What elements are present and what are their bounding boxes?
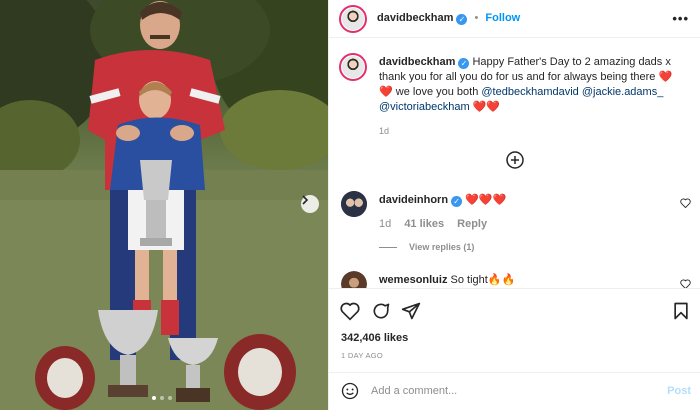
mention-link[interactable]: @tedbeckhamdavid [481, 86, 578, 98]
comment-username[interactable]: wemesonluiz [379, 274, 447, 286]
post-timestamp[interactable]: 1 DAY AGO [341, 351, 383, 360]
caption-username[interactable]: davidbeckham [379, 56, 455, 68]
photo-illustration [0, 0, 328, 410]
heart-outline-icon[interactable] [340, 301, 360, 321]
post-photo[interactable] [0, 0, 328, 410]
follow-button[interactable]: Follow [485, 12, 520, 24]
post-actions: 342,406 likes 1 DAY AGO [329, 288, 700, 366]
caption-time[interactable]: 1d [379, 124, 679, 139]
comment-text: ❤️❤️❤️ [465, 194, 507, 206]
commenter-avatar[interactable] [341, 191, 367, 217]
comment-icon[interactable] [371, 301, 391, 321]
plus-circle-icon[interactable] [505, 150, 525, 170]
carousel-next-button[interactable] [301, 195, 319, 213]
chevron-right-icon [302, 195, 309, 205]
view-replies-button[interactable]: View replies (1) [379, 242, 474, 252]
carousel-dot [168, 396, 172, 400]
more-options-button[interactable]: ••• [672, 11, 689, 26]
post-comment-button[interactable]: Post [667, 385, 691, 397]
smiley-icon[interactable] [341, 382, 359, 400]
comment-username[interactable]: davideinhorn [379, 194, 448, 206]
post-header: davidbeckham ✓ • Follow ••• [329, 0, 700, 38]
commenter-avatar[interactable] [341, 271, 367, 288]
heart-outline-icon[interactable] [680, 279, 691, 288]
carousel-dot [160, 396, 164, 400]
mention-link[interactable]: @jackie.adams_ [582, 86, 663, 98]
author-username[interactable]: davidbeckham [377, 12, 453, 24]
add-comment-bar: Post [329, 372, 700, 410]
verified-badge-icon: ✓ [451, 196, 463, 207]
comment-item: wemesonluiz So tight🔥🔥 [379, 273, 679, 286]
carousel-indicator [152, 396, 172, 400]
caption-text-2: we love you both [395, 86, 479, 98]
caption-hearts: ❤️❤️ [472, 101, 501, 113]
comment-item: davideinhorn ✓ ❤️❤️❤️ [379, 193, 679, 207]
paper-plane-icon[interactable] [401, 301, 421, 321]
reply-button[interactable]: Reply [457, 218, 487, 230]
comment-meta: 1d 41 likes Reply [379, 218, 679, 230]
verified-badge-icon: ✓ [456, 14, 468, 25]
carousel-dot [152, 396, 156, 400]
mention-link[interactable]: @victoriabeckham [379, 101, 470, 113]
author-avatar[interactable] [339, 5, 367, 33]
comment-text: So tight🔥🔥 [450, 274, 516, 286]
verified-badge-icon: ✓ [458, 58, 470, 69]
caption-avatar[interactable] [339, 53, 367, 81]
comment-time[interactable]: 1d [379, 218, 391, 230]
heart-outline-icon[interactable] [680, 198, 691, 208]
likes-count[interactable]: 342,406 likes [341, 332, 408, 344]
comments-section[interactable]: davidbeckham ✓ Happy Father's Day to 2 am… [329, 38, 700, 288]
comment-input[interactable] [371, 385, 651, 397]
post-sidebar: davidbeckham ✓ • Follow ••• davidbeckham ✓… [328, 0, 700, 410]
comment-likes[interactable]: 41 likes [404, 218, 444, 230]
post-caption: davidbeckham ✓ Happy Father's Day to 2 am… [379, 55, 679, 139]
bookmark-icon[interactable] [671, 301, 691, 321]
